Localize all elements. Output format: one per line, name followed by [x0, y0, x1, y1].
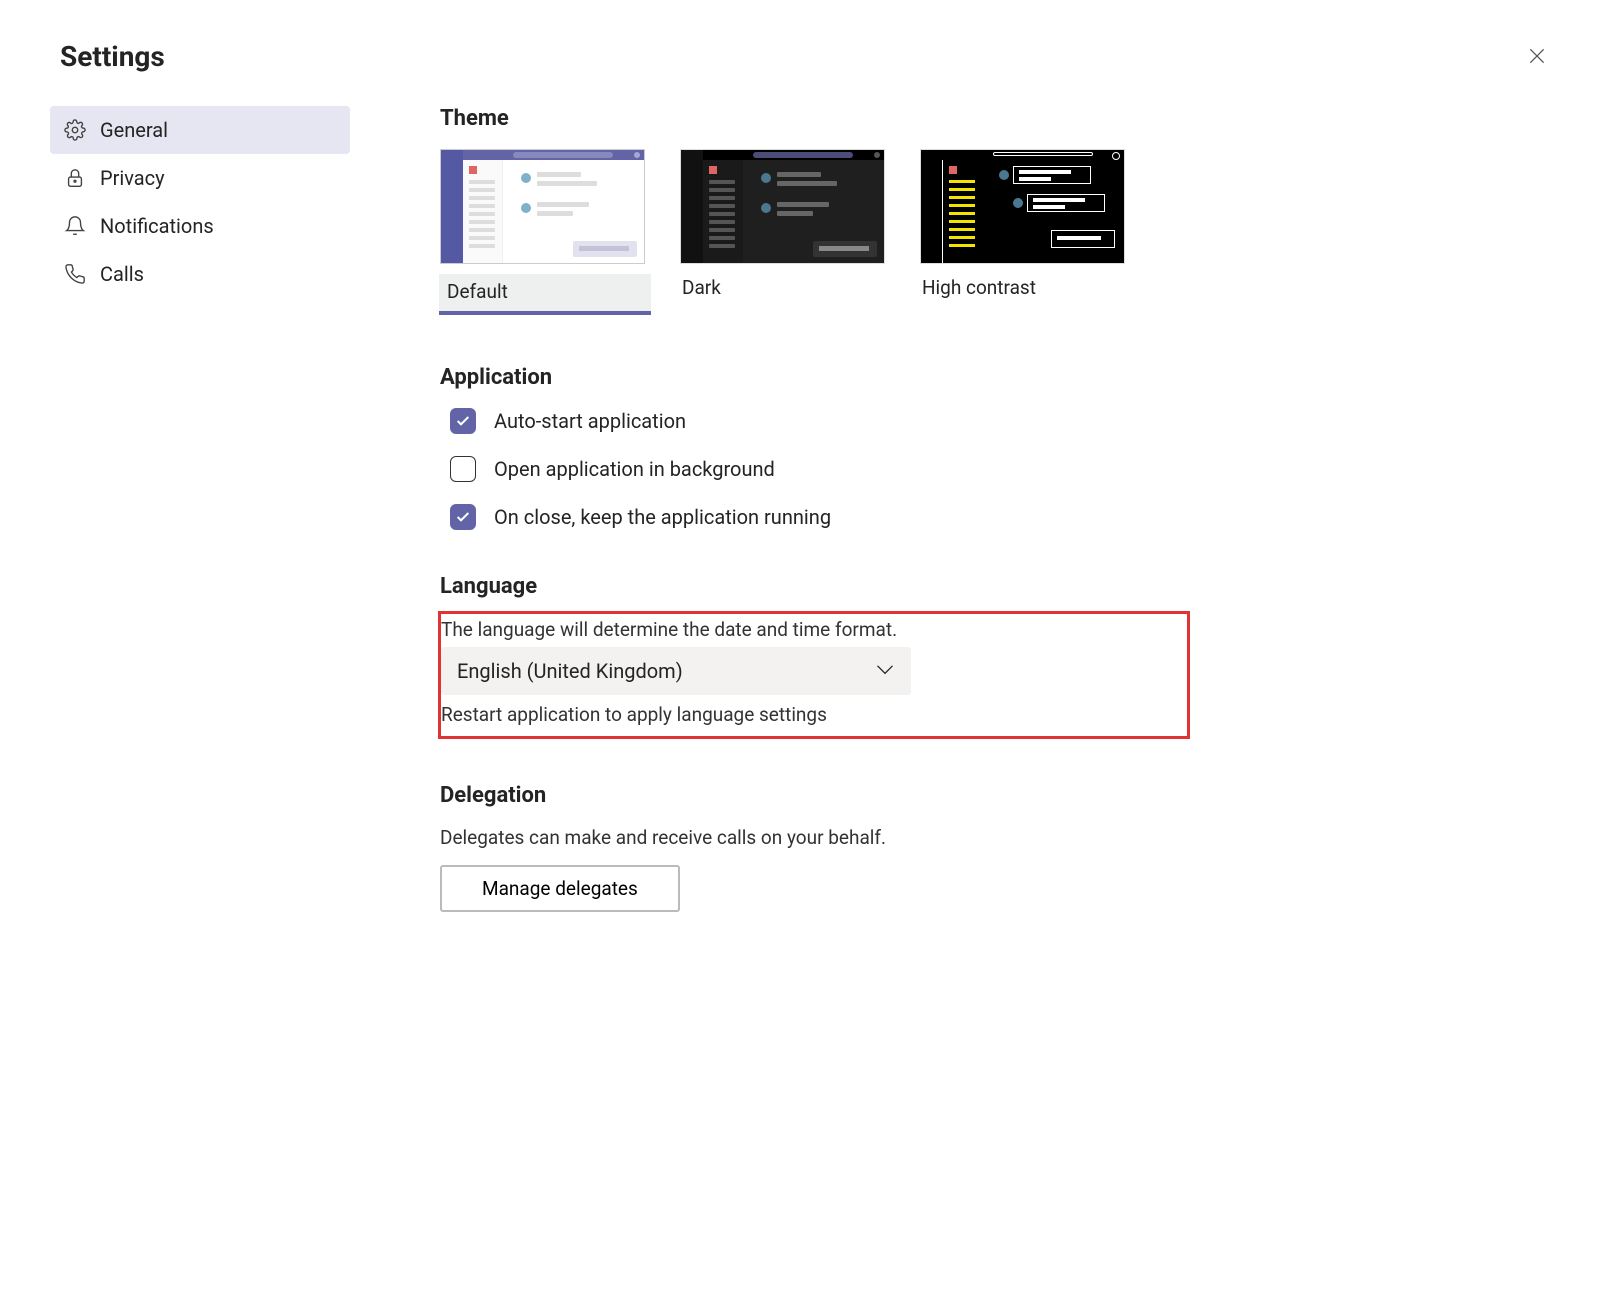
lock-icon	[64, 167, 86, 189]
theme-heading: Theme	[440, 106, 1180, 131]
theme-option-dark[interactable]: Dark	[680, 149, 890, 315]
gear-icon	[64, 119, 86, 141]
checkbox-auto-start[interactable]	[450, 408, 476, 434]
language-restart-note: Restart application to apply language se…	[441, 703, 1179, 726]
theme-preview-high-contrast	[920, 149, 1125, 264]
sidebar-item-label: Notifications	[100, 214, 214, 238]
manage-delegates-button[interactable]: Manage delegates	[440, 865, 680, 912]
application-heading: Application	[440, 365, 1180, 390]
theme-label: Default	[447, 280, 508, 303]
sidebar-item-calls[interactable]: Calls	[50, 250, 350, 298]
language-heading: Language	[440, 574, 1180, 599]
checkbox-label: Open application in background	[494, 457, 775, 481]
theme-preview-dark	[680, 149, 885, 264]
checkbox-keep-running[interactable]	[450, 504, 476, 530]
theme-label: Dark	[682, 276, 721, 299]
language-highlight-box: The language will determine the date and…	[438, 611, 1190, 739]
delegation-helper-text: Delegates can make and receive calls on …	[440, 826, 1180, 849]
sidebar-item-notifications[interactable]: Notifications	[50, 202, 350, 250]
sidebar-item-general[interactable]: General	[50, 106, 350, 154]
checkbox-label: On close, keep the application running	[494, 505, 831, 529]
close-button[interactable]	[1521, 40, 1553, 76]
close-icon	[1527, 51, 1547, 70]
phone-icon	[64, 263, 86, 285]
language-select[interactable]: English (United Kingdom)	[441, 647, 911, 695]
language-helper-text: The language will determine the date and…	[441, 618, 1179, 641]
theme-label: High contrast	[922, 276, 1036, 299]
delegation-heading: Delegation	[440, 783, 1180, 808]
theme-option-high-contrast[interactable]: High contrast	[920, 149, 1130, 315]
checkbox-open-background[interactable]	[450, 456, 476, 482]
settings-sidebar: General Privacy Notifications Calls	[50, 106, 350, 956]
language-selected-value: English (United Kingdom)	[457, 659, 683, 683]
sidebar-item-label: General	[100, 118, 168, 142]
bell-icon	[64, 215, 86, 237]
sidebar-item-label: Privacy	[100, 166, 165, 190]
checkbox-label: Auto-start application	[494, 409, 686, 433]
page-title: Settings	[60, 40, 165, 73]
theme-option-default[interactable]: Default	[440, 149, 650, 315]
theme-preview-default	[440, 149, 645, 264]
sidebar-item-label: Calls	[100, 262, 144, 286]
chevron-down-icon	[875, 662, 895, 681]
sidebar-item-privacy[interactable]: Privacy	[50, 154, 350, 202]
settings-main: Theme	[440, 106, 1180, 956]
